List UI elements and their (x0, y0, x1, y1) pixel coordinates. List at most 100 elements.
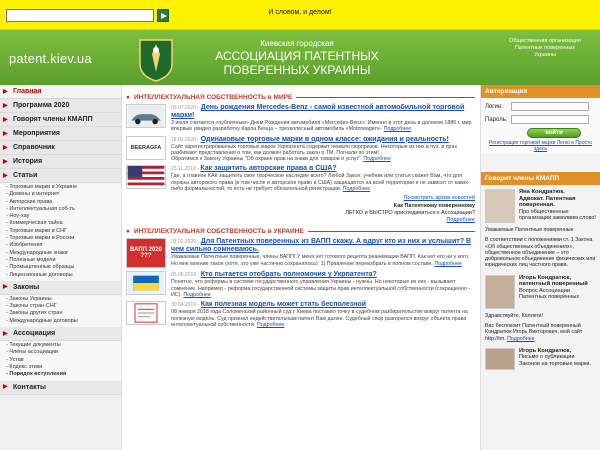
more-link[interactable]: Подробнее (126, 217, 475, 224)
submenu-link[interactable]: - Законы Украины (6, 296, 121, 303)
news-item: 30.04.2019 - Как полезная модель может с… (126, 301, 475, 328)
vapp-thumbnail[interactable]: ВАПП 2020 ??? (126, 238, 166, 269)
nav-program-2020[interactable]: ▶ Программа 2020 (0, 99, 121, 113)
login-button[interactable]: войти (527, 128, 581, 138)
more-link[interactable]: Подробнее (343, 186, 370, 192)
news-excerpt: Сайт зарегистрированных торговых марок У… (171, 143, 458, 156)
right-sidebar: Авторизация Логин: Пароль: войти Регистр… (480, 85, 600, 450)
news-item: BEERAGFA 18.01.2020 - Одинаковые торговы… (126, 135, 475, 163)
submenu-link[interactable]: - Полезные модели (6, 257, 121, 264)
member-greeting: Здравствуйте, Коллеги! (485, 312, 543, 319)
avatar[interactable] (485, 189, 515, 223)
submenu-link[interactable]: - Международные знаки (6, 250, 121, 257)
submenu-link[interactable]: - Члены ассоциации (6, 349, 121, 356)
submenu-link[interactable]: - Устав (6, 357, 121, 364)
more-link[interactable]: Подробнее (434, 261, 461, 267)
register-tm-link[interactable]: Регистрация торговой марки Легко и Прост… (485, 140, 596, 152)
auth-heading: Авторизация (481, 85, 600, 98)
document-thumbnail-icon[interactable] (126, 301, 166, 326)
news-date: 30.04.2019 - (171, 302, 200, 309)
avatar[interactable] (485, 274, 515, 309)
more-link[interactable]: Подробнее (507, 336, 534, 342)
news-excerpt: 08 января 2018 года Соломенский районный… (171, 309, 468, 328)
nav-members-say[interactable]: ▶ Говорят члены КМАПП (0, 113, 121, 127)
news-title-link[interactable]: Как полезная модель может стать бесполез… (201, 301, 366, 308)
submenu-link[interactable]: - Домены и интернет (6, 191, 121, 198)
submenu-link[interactable]: - Промышленные образцы (6, 264, 121, 271)
more-link[interactable]: Подробнее (257, 322, 284, 328)
search-go-button[interactable] (157, 9, 169, 22)
nav-events[interactable]: ▶ Мероприятия (0, 127, 121, 141)
us-flag-thumbnail-icon[interactable] (126, 165, 166, 190)
world-section-heading: ● ИНТЕЛЛЕКТУАЛЬНАЯ СОБСТВЕННОСТЬ в МИРЕ (126, 94, 475, 101)
bullet-icon: ▶ (3, 172, 8, 179)
bullet-icon: ▶ (3, 130, 8, 137)
section-bullet-icon: ● (126, 228, 130, 236)
password-input[interactable] (511, 115, 589, 124)
submenu-link[interactable]: - Торговые марки в России (6, 235, 121, 242)
more-link[interactable]: Подробнее (183, 292, 210, 298)
submenu-link[interactable]: - Международные договоры (6, 318, 121, 325)
submenu-link[interactable]: - Порядок вступления (6, 371, 121, 378)
member-card: Яна Кондратюк. Адвокат. Патентная повере… (481, 185, 600, 225)
news-title-link[interactable]: Одинаковые торговые марки в одном классе… (201, 136, 449, 143)
news-title-link[interactable]: День рождения Mercedes-Benz - самой изве… (171, 104, 464, 119)
nav-history[interactable]: ▶ История (0, 155, 121, 169)
login-label: Логин: (485, 103, 503, 110)
submenu-link[interactable]: - Кодекс этики (6, 364, 121, 371)
nav-association[interactable]: ▶ Ассоциация (0, 327, 121, 342)
car-thumbnail-icon[interactable] (126, 104, 166, 128)
nav-laws[interactable]: ▶ Законы (0, 280, 121, 295)
nav-contacts[interactable]: ▶ Контакты (0, 380, 121, 395)
section-bullet-icon: ● (126, 94, 130, 101)
articles-submenu: - Торговые марки в Украине - Домены и ин… (0, 183, 121, 281)
password-label: Пароль: (485, 116, 508, 123)
bullet-icon: ▶ (3, 158, 8, 165)
bullet-icon: ▶ (3, 116, 8, 123)
search-input[interactable] (6, 9, 154, 22)
nav-reference[interactable]: ▶ Справочник (0, 141, 121, 155)
submenu-link[interactable]: - Авторские права (6, 199, 121, 206)
submenu-link[interactable]: - Коммерческая тайна (6, 220, 121, 227)
join-promo: Как Патентному поверенному ЛЕГКО и БЫСТР… (126, 203, 475, 224)
member-body: В соответствии с положениями ст. 1 Закон… (485, 237, 596, 269)
submenu-link[interactable]: - Торговые марки в СНГ (6, 228, 121, 235)
site-logo[interactable]: patent.kiev.ua (9, 51, 92, 66)
news-archive-link[interactable]: Посмотреть архив новостей (126, 195, 475, 201)
laws-submenu: - Законы Украины - Законы стран СНГ - За… (0, 294, 121, 328)
member-card: Игорь Кондратюк, Письмо о публикации Зак… (481, 344, 600, 372)
news-title-link[interactable]: Для Патентных поверенных из ВАПП скажу. … (171, 238, 471, 253)
avatar[interactable] (485, 347, 515, 370)
news-excerpt: Где, а главное КАК защитить свое творчес… (171, 173, 470, 193)
ukraine-section-heading: ● ИНТЕЛЛЕКТУАЛЬНАЯ СОБСТВЕННОСТЬ в УКРАИН… (126, 228, 475, 235)
nav-home[interactable]: ▶ Главная (0, 85, 121, 99)
more-link[interactable]: Подробнее (384, 126, 411, 132)
ukrpatent-thumbnail-icon[interactable] (126, 271, 166, 296)
bullet-icon: ▶ (3, 330, 8, 337)
more-link[interactable]: Подробнее (363, 156, 390, 162)
left-navigation: ▶ Главная ▶ Программа 2020 ▶ Говорят члены … (0, 85, 122, 450)
member-card: Игорь Кондратюк, патентный поверенный Во… (481, 271, 600, 311)
member-quote: Уважаемые Патентные поверенные (485, 227, 574, 233)
news-title-link[interactable]: Как защитить авторские права в США? (200, 165, 336, 172)
header-note: Общественная организация Патентных повер… (509, 38, 581, 58)
news-title-link[interactable]: Кто пытается отобрать полномочия у Укрпа… (201, 271, 377, 278)
nav-articles[interactable]: ▶ Статьи (0, 169, 121, 183)
submenu-link[interactable]: - Законы стран СНГ (6, 303, 121, 310)
news-excerpt: Понятно, что реформы в системе государст… (171, 279, 471, 298)
submenu-link[interactable]: - Торговые марки в Украине (6, 184, 121, 191)
main-content: ● ИНТЕЛЛЕКТУАЛЬНАЯ СОБСТВЕННОСТЬ в МИРЕ 0… (126, 90, 475, 450)
top-bar: И словом, и делом! (0, 0, 600, 30)
submenu-link[interactable]: - Текущие документы (6, 342, 121, 349)
members-heading: Говорит члены КМАПП (481, 172, 600, 185)
submenu-link[interactable]: - Законы других стран (6, 310, 121, 317)
login-input[interactable] (511, 102, 589, 111)
news-excerpt: Уважаемые Патентные поверенные, члены ВА… (171, 254, 470, 267)
bullet-icon: ▶ (3, 88, 8, 95)
submenu-link[interactable]: - Интеллектуальная соб-ть (6, 206, 121, 213)
news-item: 05.06.2019 - Кто пытается отобрать полно… (126, 271, 475, 298)
beer-brand-thumbnail[interactable]: BEERAGFA (126, 135, 166, 160)
submenu-link[interactable]: - Лицензионные договоры (6, 272, 121, 279)
submenu-link[interactable]: - Изобретения (6, 242, 121, 249)
bullet-icon: ▶ (3, 144, 8, 151)
